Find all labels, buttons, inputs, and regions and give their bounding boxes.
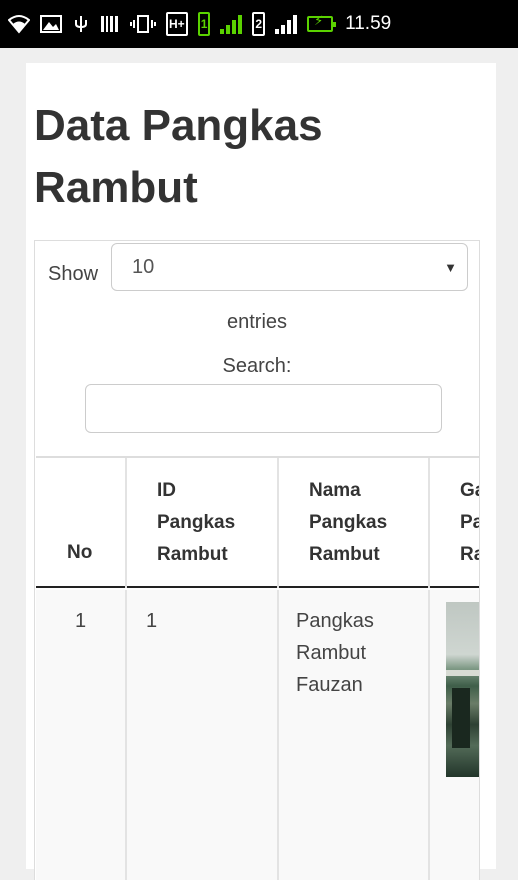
page-length-select[interactable]: 10 ▼ [111, 243, 468, 291]
show-label: Show [48, 263, 99, 285]
image-icon [40, 12, 62, 36]
search-input[interactable] [85, 384, 442, 433]
dropdown-caret-icon: ▼ [444, 260, 457, 275]
column-header-label: Nama Pangkas Rambut [309, 480, 388, 565]
vibrate-icon [130, 12, 156, 36]
table-row: 1 1 Pangkas Rambut Fauzan [36, 590, 479, 880]
search-label: Search: [222, 355, 292, 377]
sim1-icon: 1 [197, 12, 211, 36]
battery-charging-icon [307, 13, 337, 32]
page-length-control: Show 10 ▼ [35, 241, 479, 303]
page-length-value: 10 [132, 256, 155, 278]
cell-nama: Pangkas Rambut Fauzan [279, 590, 430, 880]
clock: 11.59 [345, 13, 392, 34]
table-header: No ID Pangkas Rambut Nama Pangkas Rambut… [36, 456, 479, 588]
column-header-label: No [67, 542, 93, 563]
signal-sim2-icon [275, 14, 298, 34]
column-header-nama[interactable]: Nama Pangkas Rambut [279, 458, 430, 588]
data-table: No ID Pangkas Rambut Nama Pangkas Rambut… [36, 456, 479, 880]
barbershop-photo[interactable] [446, 602, 479, 777]
datatable-panel: Show 10 ▼ entries Search: No ID Pangkas … [34, 240, 480, 880]
usb-icon [72, 12, 90, 36]
hplus-icon: H+ [166, 12, 188, 36]
column-header-label: Gambar Pangkas Rambut [460, 480, 479, 565]
status-bar: H+ 1 2 11.59 [0, 0, 518, 48]
page-title: Data Pangkas Rambut [34, 101, 323, 212]
cell-gambar [430, 590, 479, 880]
wifi-icon [8, 12, 30, 36]
cell-id: 1 [127, 590, 279, 880]
entries-label: entries [226, 311, 288, 333]
content-card: Data Pangkas Rambut Show 10 ▼ entries Se… [26, 63, 496, 880]
column-header-no[interactable]: No [36, 458, 127, 588]
column-header-id[interactable]: ID Pangkas Rambut [127, 458, 279, 588]
signal-sim1-icon [220, 14, 243, 34]
barcode-icon [100, 12, 120, 36]
column-header-label: ID Pangkas Rambut [157, 480, 236, 565]
sim2-icon: 2 [252, 12, 266, 36]
cell-no: 1 [36, 590, 127, 880]
column-header-gambar[interactable]: Gambar Pangkas Rambut [430, 458, 479, 588]
